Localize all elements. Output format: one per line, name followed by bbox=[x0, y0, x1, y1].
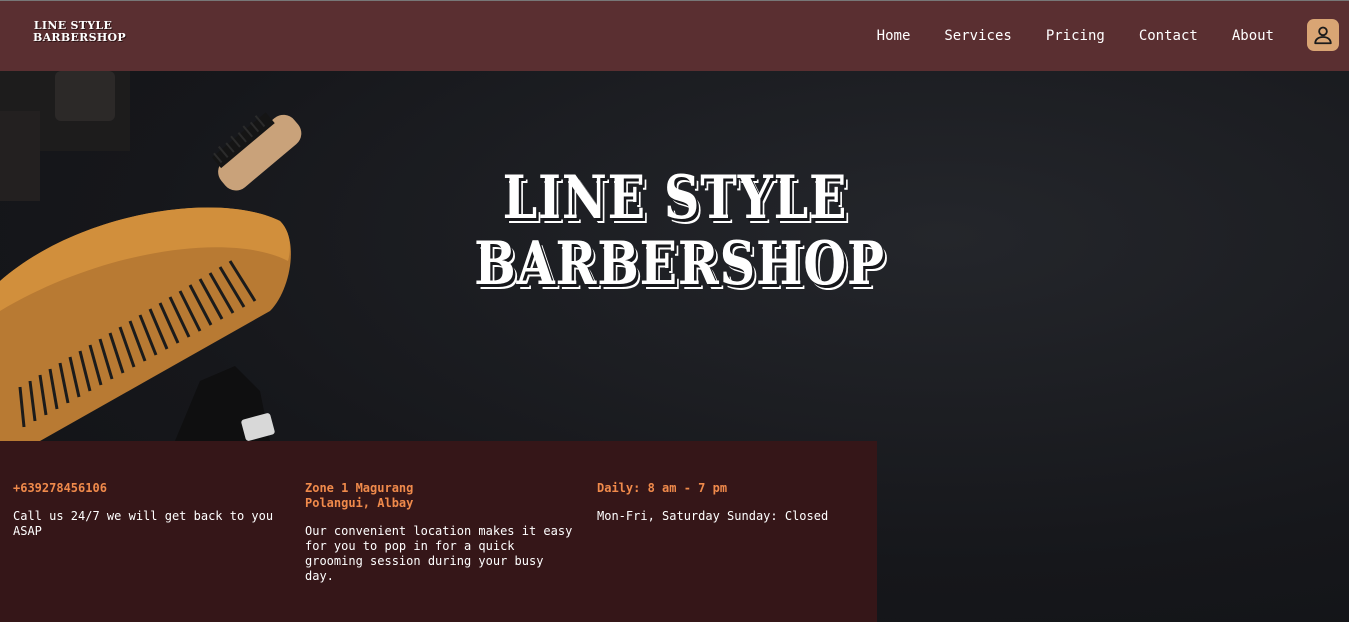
opening-hours: Daily: 8 am - 7 pm bbox=[597, 481, 728, 495]
nav-pricing-link[interactable]: Pricing bbox=[1046, 28, 1105, 44]
hours-info: Daily: 8 am - 7 pm Mon-Fri, Saturday Sun… bbox=[597, 481, 867, 524]
nav-home-link[interactable]: Home bbox=[877, 28, 911, 44]
hero-section: LINE STYLE BARBERSHOP +639278456106 Call… bbox=[0, 71, 1349, 622]
address-line-2: Polangui, Albay bbox=[305, 496, 414, 510]
hero-title: LINE STYLE BARBERSHOP bbox=[474, 163, 885, 299]
closed-days: Mon-Fri, Saturday Sunday: Closed bbox=[597, 509, 829, 523]
logo-line-2: BARBERSHOP bbox=[33, 31, 126, 44]
address: Zone 1 Magurang Polangui, Albay bbox=[305, 481, 575, 511]
nav-services-link[interactable]: Services bbox=[944, 28, 1011, 44]
logo[interactable]: LINE STYLE BARBERSHOP bbox=[33, 20, 126, 44]
hero-title-line-2: BARBERSHOP bbox=[474, 229, 885, 299]
nav-about-link[interactable]: About bbox=[1232, 28, 1274, 44]
location-description: Our convenient location makes it easy fo… bbox=[305, 524, 573, 583]
address-line-1: Zone 1 Magurang bbox=[305, 481, 414, 495]
nav-contact-link[interactable]: Contact bbox=[1139, 28, 1198, 44]
location-info: Zone 1 Magurang Polangui, Albay Our conv… bbox=[305, 481, 575, 584]
hero-title-line-1: LINE STYLE bbox=[502, 163, 848, 233]
phone-info: +639278456106 Call us 24/7 we will get b… bbox=[13, 481, 283, 539]
main-nav: Home Services Pricing Contact About bbox=[843, 28, 1274, 44]
phone-description: Call us 24/7 we will get back to you ASA… bbox=[13, 509, 274, 538]
phone-number[interactable]: +639278456106 bbox=[13, 481, 283, 496]
user-icon bbox=[1314, 26, 1332, 45]
info-panel: +639278456106 Call us 24/7 we will get b… bbox=[0, 441, 877, 622]
barber-tools-image bbox=[0, 71, 302, 441]
navbar: LINE STYLE BARBERSHOP Home Services Pric… bbox=[0, 0, 1349, 71]
user-account-button[interactable] bbox=[1307, 19, 1339, 51]
